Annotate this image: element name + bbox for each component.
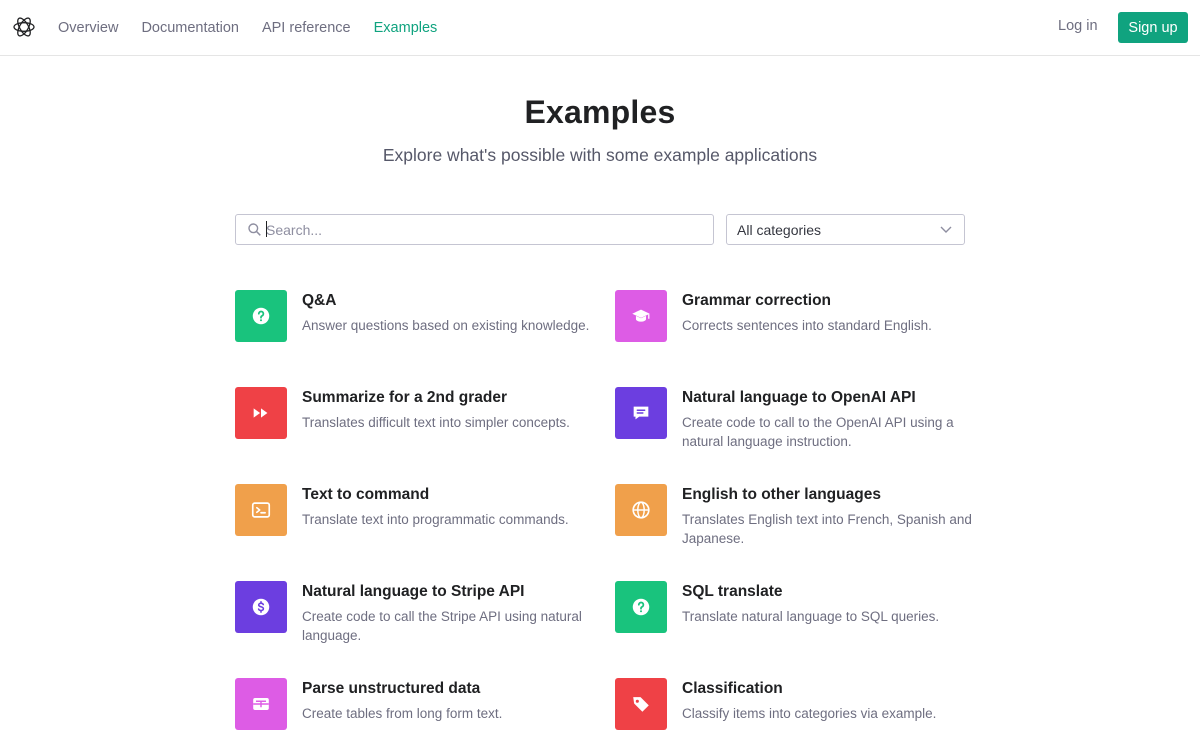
- example-description: Classify items into categories via examp…: [682, 706, 937, 721]
- table-icon: [253, 698, 269, 710]
- example-description: Translate natural language to SQL querie…: [682, 609, 940, 624]
- example-icon-tile: [615, 290, 667, 342]
- example-description: Create tables from long form text.: [302, 706, 503, 721]
- tag-icon: [633, 697, 649, 712]
- category-select[interactable]: All categories: [726, 214, 965, 245]
- example-title: Grammar correction: [682, 292, 832, 309]
- nav-overview[interactable]: Overview: [58, 20, 118, 36]
- page-title: Examples: [524, 94, 676, 130]
- example-icon-tile: [235, 484, 287, 536]
- question-icon: [252, 307, 270, 325]
- search-icon: [248, 223, 261, 236]
- chevron-down-icon: [940, 226, 952, 233]
- example-description: Create code to call the Stripe API using…: [302, 609, 582, 643]
- example-title: Natural language to OpenAI API: [682, 389, 916, 406]
- main-nav: Overview Documentation API reference Exa…: [58, 0, 460, 56]
- example-description: Create code to call to the OpenAI API us…: [682, 415, 954, 449]
- graduation-cap-icon: [632, 309, 650, 322]
- page-subtitle: Explore what's possible with some exampl…: [382, 145, 818, 165]
- example-description: Corrects sentences into standard English…: [682, 318, 932, 333]
- example-icon-tile: [235, 581, 287, 633]
- fast-forward-icon: [253, 408, 268, 418]
- example-title: English to other languages: [682, 486, 881, 503]
- example-card-grammar-correction[interactable]: Grammar correction Corrects sentences in…: [615, 290, 975, 350]
- example-icon-tile: [615, 484, 667, 536]
- nav-api-reference[interactable]: API reference: [262, 20, 351, 36]
- nav-examples[interactable]: Examples: [374, 20, 438, 36]
- example-icon-tile: [235, 290, 287, 342]
- example-icon-tile: [615, 581, 667, 633]
- nav-documentation[interactable]: Documentation: [141, 20, 239, 36]
- example-card-english-to-other[interactable]: English to other languages Translates En…: [615, 484, 975, 546]
- search-input[interactable]: [266, 216, 706, 243]
- example-title: SQL translate: [682, 583, 783, 600]
- example-icon-tile: [235, 387, 287, 439]
- example-description: Translates English text into French, Spa…: [682, 512, 972, 546]
- dollar-icon: [252, 598, 270, 616]
- example-card-nl-stripe-api[interactable]: Natural language to Stripe API Create co…: [235, 581, 595, 643]
- search-box[interactable]: [235, 214, 714, 245]
- example-card-qa[interactable]: Q&A Answer questions based on existing k…: [235, 290, 595, 350]
- login-link[interactable]: Log in: [1058, 18, 1098, 34]
- example-icon-tile: [235, 678, 287, 730]
- example-icon-tile: [615, 387, 667, 439]
- example-title: Natural language to Stripe API: [302, 583, 525, 600]
- example-title: Summarize for a 2nd grader: [302, 389, 508, 406]
- category-select-value: All categories: [737, 222, 822, 238]
- example-card-parse-unstructured[interactable]: Parse unstructured data Create tables fr…: [235, 678, 595, 738]
- example-description: Answer questions based on existing knowl…: [302, 318, 590, 333]
- text-cursor: [266, 221, 267, 237]
- example-icon-tile: [615, 678, 667, 730]
- example-card-text-to-command[interactable]: Text to command Translate text into prog…: [235, 484, 595, 544]
- signup-button[interactable]: Sign up: [1118, 12, 1188, 43]
- example-description: Translates difficult text into simpler c…: [302, 415, 570, 430]
- example-title: Q&A: [302, 292, 337, 309]
- example-card-classification[interactable]: Classification Classify items into categ…: [615, 678, 975, 738]
- example-title: Classification: [682, 680, 783, 697]
- top-navbar: Overview Documentation API reference Exa…: [0, 0, 1200, 56]
- globe-icon: [632, 501, 650, 519]
- openai-logo-icon[interactable]: [12, 15, 36, 39]
- example-title: Text to command: [302, 486, 430, 503]
- example-description: Translate text into programmatic command…: [302, 512, 569, 527]
- example-title: Parse unstructured data: [302, 680, 481, 697]
- example-card-nl-openai-api[interactable]: Natural language to OpenAI API Create co…: [615, 387, 975, 449]
- chat-bubble-icon: [633, 406, 649, 420]
- question-icon: [632, 598, 650, 616]
- terminal-icon: [251, 502, 271, 518]
- example-card-summarize[interactable]: Summarize for a 2nd grader Translates di…: [235, 387, 595, 447]
- example-card-sql-translate[interactable]: SQL translate Translate natural language…: [615, 581, 975, 641]
